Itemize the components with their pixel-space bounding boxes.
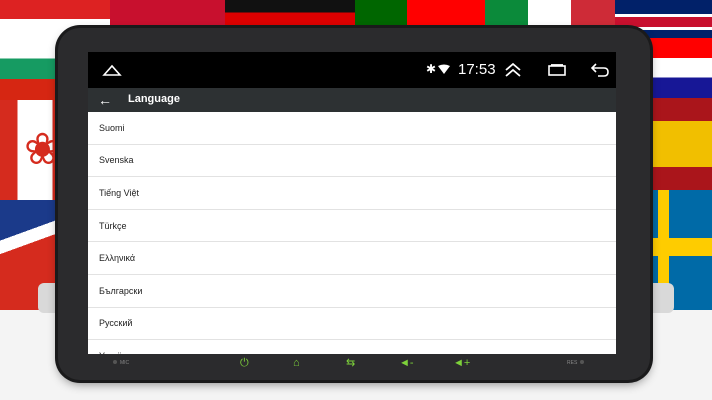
flag — [640, 38, 712, 98]
list-item[interactable]: Українська — [88, 340, 616, 354]
flag — [640, 98, 712, 190]
volume-down-icon[interactable]: ◄- — [399, 356, 414, 370]
status-bar: ✱ 17:53 — [88, 52, 616, 88]
back-icon[interactable] — [590, 62, 610, 78]
maple-leaf-icon: ❀ — [24, 125, 61, 174]
back-button-icon[interactable]: ⇆ — [346, 356, 355, 370]
list-item[interactable]: Ελληνικά — [88, 242, 616, 275]
mic-label: MIC — [120, 360, 130, 366]
expand-up-icon[interactable] — [504, 61, 522, 79]
list-item[interactable]: Svenska — [88, 145, 616, 178]
page-title: Language — [128, 93, 180, 105]
reset-hole[interactable] — [580, 360, 584, 364]
back-arrow-icon[interactable]: ← — [98, 91, 112, 109]
list-item[interactable]: Türkçe — [88, 210, 616, 243]
bluetooth-icon: ✱ — [426, 62, 437, 76]
home-icon[interactable]: ⌂ — [293, 356, 300, 370]
recent-apps-icon[interactable] — [548, 64, 566, 76]
home-outline-icon[interactable] — [102, 62, 122, 78]
list-item[interactable]: Български — [88, 275, 616, 308]
wifi-icon — [438, 64, 450, 74]
list-item[interactable]: Suomi — [88, 112, 616, 145]
list-item[interactable]: Русский — [88, 308, 616, 341]
language-list: Suomi Svenska Tiếng Việt Türkçe Ελληνικά… — [88, 112, 616, 354]
mic-hole — [113, 360, 117, 364]
clock: 17:53 — [458, 61, 496, 78]
volume-up-icon[interactable]: ◄+ — [453, 356, 470, 370]
power-icon[interactable]: ⏻ — [240, 356, 249, 370]
screen: ✱ 17:53 ← Language Suomi Svenska Tiếng V… — [88, 52, 616, 354]
reset-label: RES — [567, 360, 578, 366]
list-item[interactable]: Tiếng Việt — [88, 177, 616, 210]
app-bar: ← Language — [88, 88, 616, 112]
